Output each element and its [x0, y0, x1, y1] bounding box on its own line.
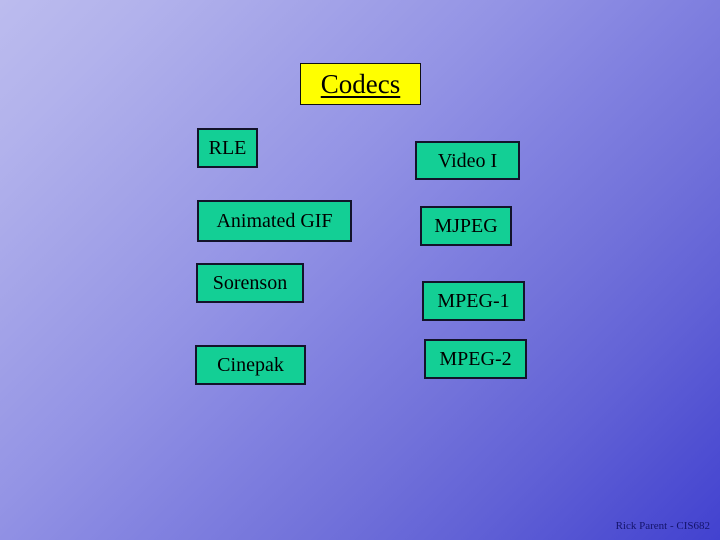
slide-title-box: Codecs [300, 63, 421, 105]
codec-label: Video I [437, 149, 498, 172]
slide-title: Codecs [320, 68, 401, 99]
codec-label: MJPEG [434, 215, 498, 237]
codec-label: RLE [208, 137, 247, 159]
codec-label: MPEG-1 [437, 290, 510, 312]
codec-box-animated-gif[interactable]: Animated GIF [197, 200, 352, 242]
codec-label: MPEG-2 [439, 348, 512, 370]
codec-box-mpeg-1[interactable]: MPEG-1 [422, 281, 525, 321]
codec-box-video-i[interactable]: Video I [415, 141, 520, 180]
codec-label: Cinepak [217, 354, 284, 376]
codec-box-rle[interactable]: RLE [197, 128, 258, 168]
codec-box-cinepak[interactable]: Cinepak [195, 345, 306, 385]
codec-label: Animated GIF [216, 210, 333, 232]
codec-box-mjpeg[interactable]: MJPEG [420, 206, 512, 246]
codec-label: Sorenson [212, 272, 288, 294]
codec-box-sorenson[interactable]: Sorenson [196, 263, 304, 303]
slide-footer-credit: Rick Parent - CIS682 [615, 520, 710, 532]
presentation-slide: Codecs RLE Animated GIF Sorenson Cinepak… [0, 0, 720, 540]
codec-box-mpeg-2[interactable]: MPEG-2 [424, 339, 527, 379]
